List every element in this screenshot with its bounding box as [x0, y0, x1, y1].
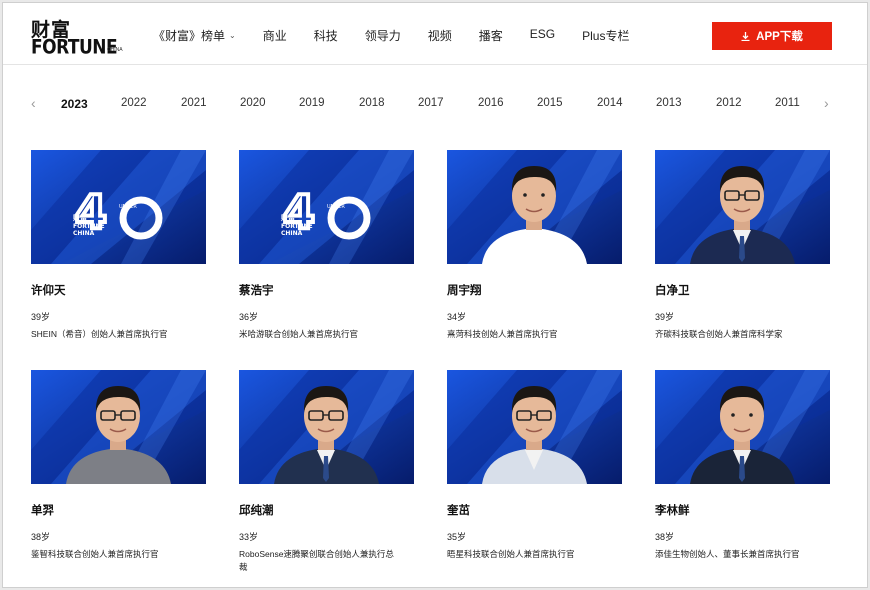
- person-photo[interactable]: 4 UNDER 财富 FORTUNE CHINA: [239, 150, 414, 264]
- year-tab[interactable]: 2011: [775, 97, 800, 109]
- fortune-china-logo[interactable]: 财富 FORTUNE CHINA: [29, 15, 123, 59]
- person-title: SHEIN（希音）创始人兼首席执行官: [31, 329, 168, 339]
- under-40-badge-image: 4 UNDER财富FORTUNECHINA: [239, 150, 414, 264]
- person-name[interactable]: 单羿: [31, 502, 206, 518]
- person-photo[interactable]: [239, 370, 414, 484]
- logo-en-text: FORTUNE: [31, 36, 118, 59]
- year-tab[interactable]: 2019: [299, 97, 325, 109]
- year-tab[interactable]: 2023: [61, 97, 88, 111]
- person-age: 39岁: [655, 312, 675, 322]
- app-download-button[interactable]: APP下载: [712, 22, 832, 50]
- year-tab[interactable]: 2013: [656, 97, 682, 109]
- app-download-label: APP下载: [756, 31, 803, 43]
- person-age: 38岁: [31, 532, 51, 542]
- badge-under-text: UNDER: [327, 204, 345, 210]
- badge-under-text: UNDER: [119, 204, 137, 210]
- person-photo[interactable]: [447, 370, 622, 484]
- browser-frame: 财富 FORTUNE CHINA 《财富》榜单 ⌄ 商业 科技 领导力 视频 播客…: [2, 2, 868, 588]
- person-title: 鉴智科技联合创始人兼首席执行官: [31, 549, 159, 559]
- person-title: 熹菏科技创始人兼首席执行官: [447, 329, 558, 339]
- portrait-photo: [239, 370, 414, 484]
- person-photo[interactable]: 4 UNDER 财富 FORTUNE CHINA: [31, 150, 206, 264]
- site-header: 财富 FORTUNE CHINA 《财富》榜单 ⌄ 商业 科技 领导力 视频 播客…: [3, 3, 867, 65]
- person-photo[interactable]: [31, 370, 206, 484]
- year-tab[interactable]: 2015: [537, 97, 563, 109]
- person-name[interactable]: 白净卫: [655, 282, 830, 298]
- nav-item-tech[interactable]: 科技: [314, 27, 338, 44]
- year-tab[interactable]: 2020: [240, 97, 266, 109]
- portrait-photo: [655, 370, 830, 484]
- person-age: 33岁: [239, 532, 259, 542]
- badge-cn-text: 财富: [280, 213, 295, 222]
- year-tab[interactable]: 2022: [121, 97, 147, 109]
- main-nav: 《财富》榜单 ⌄ 商业 科技 领导力 视频 播客 ESG Plus专栏: [153, 27, 657, 44]
- person-age: 36岁: [239, 312, 259, 322]
- person-title: 添佳生物创始人、董事长兼首席执行官: [655, 549, 800, 559]
- person-card[interactable]: 奎茁 35岁晤星科技联合创始人兼首席执行官: [447, 370, 622, 561]
- chevron-right-icon[interactable]: ›: [824, 95, 829, 111]
- nav-label: 《财富》榜单: [153, 29, 226, 43]
- nav-item-video[interactable]: 视频: [428, 27, 452, 44]
- badge-en2-text: CHINA: [281, 230, 303, 237]
- year-tab[interactable]: 2014: [597, 97, 623, 109]
- person-name[interactable]: 蔡浩宇: [239, 282, 414, 298]
- nav-item-lists[interactable]: 《财富》榜单 ⌄: [153, 27, 236, 44]
- person-card[interactable]: 周宇翔 34岁熹菏科技创始人兼首席执行官: [447, 150, 622, 341]
- portrait-photo: [31, 370, 206, 484]
- person-card[interactable]: 4 UNDER 财富 FORTUNE CHINA 蔡浩宇 36岁 米哈游联合创始人兼首席执行官: [239, 150, 414, 341]
- portrait-photo: [447, 150, 622, 264]
- year-selector: ‹ 2023 2022 2021 2020 2019 2018 2017 201…: [23, 91, 843, 115]
- person-name[interactable]: 周宇翔: [447, 282, 622, 298]
- person-card[interactable]: 李林鲜 38岁添佳生物创始人、董事长兼首席执行官: [655, 370, 830, 561]
- person-title: 米哈游联合创始人兼首席执行官: [239, 329, 359, 339]
- person-age: 38岁: [655, 532, 675, 542]
- person-age: 35岁: [447, 532, 467, 542]
- year-tab[interactable]: 2021: [181, 97, 207, 109]
- person-age: 39岁: [31, 312, 51, 322]
- badge-cn-text: 财富: [72, 213, 87, 222]
- person-photo[interactable]: [655, 150, 830, 264]
- person-age: 34岁: [447, 312, 467, 322]
- person-name[interactable]: 李林鲜: [655, 502, 830, 518]
- year-tab[interactable]: 2012: [716, 97, 742, 109]
- portrait-photo: [655, 150, 830, 264]
- nav-item-esg[interactable]: ESG: [530, 27, 555, 44]
- nav-item-leadership[interactable]: 领导力: [365, 27, 401, 44]
- chevron-left-icon[interactable]: ‹: [31, 95, 36, 111]
- person-card[interactable]: 单羿 38岁鉴智科技联合创始人兼首席执行官: [31, 370, 206, 561]
- nav-item-plus[interactable]: Plus专栏: [582, 27, 629, 44]
- person-title: RoboSense速腾聚创联合创始人兼执行总裁: [239, 549, 394, 572]
- person-title: 晤星科技联合创始人兼首席执行官: [447, 549, 575, 559]
- person-name[interactable]: 许仰天: [31, 282, 206, 298]
- person-card[interactable]: 4 UNDER 财富 FORTUNE CHINA 许仰天 39岁 SHEIN（希音）创始人兼首…: [31, 150, 206, 341]
- person-name[interactable]: 邱纯潮: [239, 502, 414, 518]
- person-card[interactable]: 邱纯潮 33岁 RoboSense速腾聚创联合创始人兼执行总裁: [239, 370, 414, 574]
- person-card[interactable]: 白净卫 39岁齐碳科技联合创始人兼首席科学家: [655, 150, 830, 341]
- nav-item-business[interactable]: 商业: [263, 27, 287, 44]
- portrait-photo: [447, 370, 622, 484]
- under-40-badge-image: 4 UNDER财富FORTUNECHINA: [31, 150, 206, 264]
- person-name[interactable]: 奎茁: [447, 502, 622, 518]
- year-tab[interactable]: 2017: [418, 97, 444, 109]
- person-title: 齐碳科技联合创始人兼首席科学家: [655, 329, 783, 339]
- year-tab[interactable]: 2018: [359, 97, 385, 109]
- person-photo[interactable]: [447, 150, 622, 264]
- chevron-down-icon: ⌄: [229, 31, 236, 40]
- download-icon: [741, 31, 750, 41]
- year-tab[interactable]: 2016: [478, 97, 504, 109]
- logo-small-text: CHINA: [107, 47, 123, 53]
- badge-en1-text: FORTUNE: [281, 223, 313, 230]
- person-photo[interactable]: [655, 370, 830, 484]
- badge-en1-text: FORTUNE: [73, 223, 105, 230]
- nav-item-podcast[interactable]: 播客: [479, 27, 503, 44]
- badge-en2-text: CHINA: [73, 230, 95, 237]
